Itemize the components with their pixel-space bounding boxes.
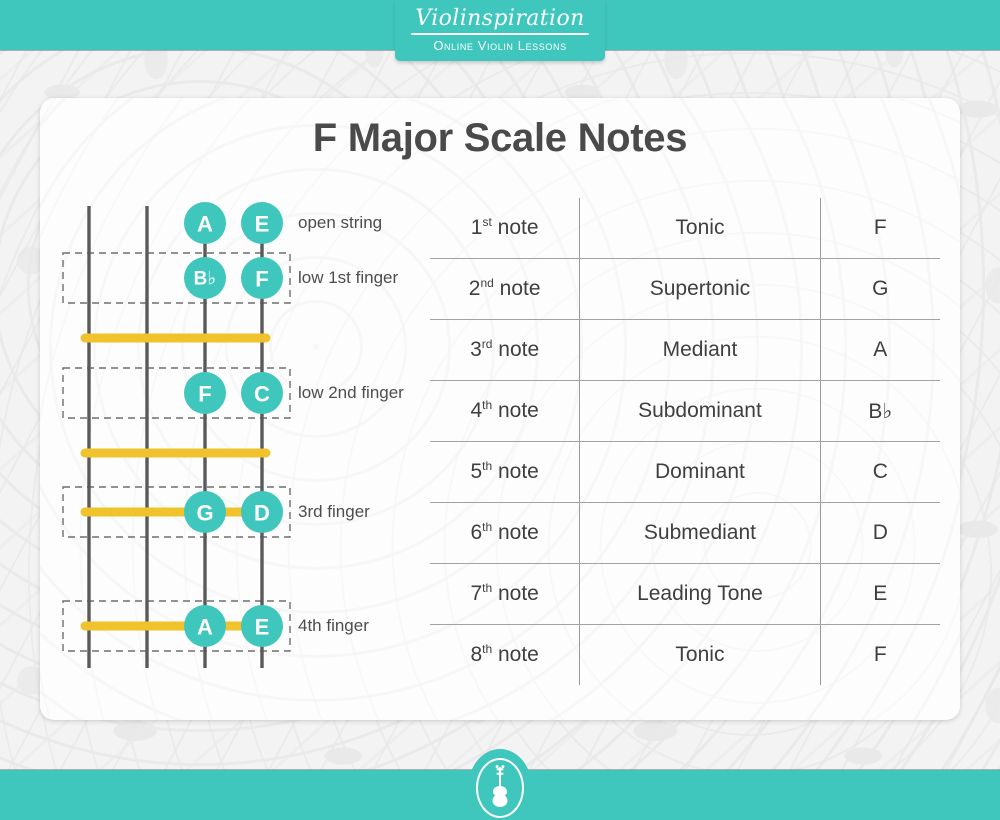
cell-scale-degree: Tonic bbox=[579, 198, 821, 259]
page-root: Violinspiration Online Violin Lessons F … bbox=[0, 0, 1000, 820]
cell-ordinal: 6th note bbox=[430, 502, 581, 564]
cell-ordinal: 7th note bbox=[430, 563, 581, 625]
cell-note-name: E bbox=[820, 563, 940, 625]
ordinal-word: note bbox=[493, 277, 541, 300]
fingerboard-row-label: 4th finger bbox=[298, 616, 369, 635]
note-marker-label: F bbox=[198, 382, 211, 407]
cell-note-name: B♭ bbox=[820, 380, 940, 442]
ordinal-number: 7 bbox=[470, 582, 483, 605]
ordinal-suffix: rd bbox=[481, 337, 493, 351]
cell-note-name: F bbox=[873, 643, 887, 666]
ordinal-suffix: th bbox=[482, 398, 493, 412]
violin-icon-badge[interactable] bbox=[471, 752, 529, 820]
fingerboard-row-label: low 2nd finger bbox=[298, 383, 404, 402]
note-marker-label: A bbox=[197, 615, 213, 640]
ordinal-number: 2 bbox=[468, 277, 481, 300]
note-marker-label: C bbox=[254, 382, 270, 407]
brand-divider-rule bbox=[411, 33, 589, 35]
scale-table-body: 1st note Tonic F 2nd note Supertonic G 3rd not… bbox=[430, 198, 940, 685]
note-marker-label: B♭ bbox=[194, 269, 217, 290]
table-row: 2nd note Supertonic G bbox=[430, 258, 940, 320]
table-row: 5th note Dominant C bbox=[430, 441, 940, 503]
cell-scale-degree: Dominant bbox=[579, 441, 821, 503]
ordinal-number: 4 bbox=[470, 399, 483, 422]
cell-scale-degree: Subdominant bbox=[579, 380, 821, 442]
brand-tagline: Online Violin Lessons bbox=[433, 38, 567, 53]
ordinal-suffix: th bbox=[482, 642, 493, 656]
ordinal-number: 8 bbox=[470, 643, 483, 666]
cell-scale-degree: Mediant bbox=[579, 319, 821, 381]
ordinal-word: note bbox=[492, 643, 539, 666]
fingerboard-row-label: low 1st finger bbox=[298, 268, 399, 287]
note-marker-label: E bbox=[255, 212, 270, 237]
cell-ordinal: 1st note bbox=[430, 198, 581, 259]
ordinal-suffix: st bbox=[482, 215, 492, 229]
ordinal-number: 5 bbox=[470, 460, 483, 483]
ordinal-word: note bbox=[492, 521, 539, 544]
ordinal-suffix: nd bbox=[480, 276, 494, 290]
cell-note-name: C bbox=[820, 441, 940, 503]
ordinal-number: 3 bbox=[470, 338, 482, 361]
ordinal-number: 6 bbox=[470, 521, 483, 544]
fingerboard-svg: A E B♭ F F C G D A E bbox=[62, 202, 291, 668]
cell-note-name: A bbox=[820, 319, 940, 381]
cell-ordinal: 3rd note bbox=[430, 319, 581, 381]
note-marker-label: G bbox=[196, 501, 213, 526]
cell-ordinal: 2nd note bbox=[430, 258, 581, 320]
cell-scale-degree: Leading Tone bbox=[579, 563, 821, 625]
ordinal-word: note bbox=[492, 338, 540, 361]
table-row: 6th note Submediant D bbox=[430, 502, 940, 564]
brand-logo[interactable]: Violinspiration Online Violin Lessons bbox=[395, 0, 605, 61]
fingerboard-row-label: open string bbox=[298, 213, 383, 232]
cell-note-name: D bbox=[820, 502, 940, 564]
table-row: 8th note Tonic F bbox=[430, 624, 940, 685]
cell-scale-degree: Tonic bbox=[579, 624, 821, 685]
ordinal-suffix: th bbox=[482, 581, 493, 595]
ordinal-suffix: th bbox=[482, 459, 493, 473]
note-marker-label: E bbox=[255, 615, 270, 640]
fingerboard-row-label: 3rd finger bbox=[298, 502, 370, 521]
brand-wordmark: Violinspiration bbox=[415, 6, 585, 31]
scale-notes-table: 1st note Tonic F 2nd note Supertonic G 3rd not… bbox=[430, 198, 940, 685]
cell-scale-degree: Supertonic bbox=[579, 258, 821, 320]
violin-fingerboard-diagram: A E B♭ F F C G D A E open string low 1st finger low… bbox=[40, 98, 460, 720]
table-row: 1st note Tonic F bbox=[430, 198, 940, 259]
violin-icon bbox=[492, 765, 508, 807]
table-row: 3rd note Mediant A bbox=[430, 319, 940, 381]
ordinal-suffix: th bbox=[482, 520, 493, 534]
note-marker-label: F bbox=[255, 267, 268, 292]
cell-scale-degree: Submediant bbox=[579, 502, 821, 564]
ordinal-word: note bbox=[492, 582, 539, 605]
table-row: 7th note Leading Tone E bbox=[430, 563, 940, 625]
cell-ordinal: 8th note bbox=[430, 624, 581, 685]
ordinal-number: 1 bbox=[470, 216, 483, 239]
ordinal-word: note bbox=[491, 216, 539, 239]
ordinal-word: note bbox=[492, 399, 539, 422]
ordinal-word: note bbox=[492, 460, 539, 483]
note-marker-label: D bbox=[254, 501, 270, 526]
cell-note-name: F bbox=[820, 198, 940, 259]
table-row: 4th note Subdominant B♭ bbox=[430, 380, 940, 442]
cell-note-name: G bbox=[820, 258, 940, 320]
note-marker-label: A bbox=[197, 212, 213, 237]
cell-ordinal: 5th note bbox=[430, 441, 581, 503]
cell-ordinal: 4th note bbox=[430, 380, 581, 442]
